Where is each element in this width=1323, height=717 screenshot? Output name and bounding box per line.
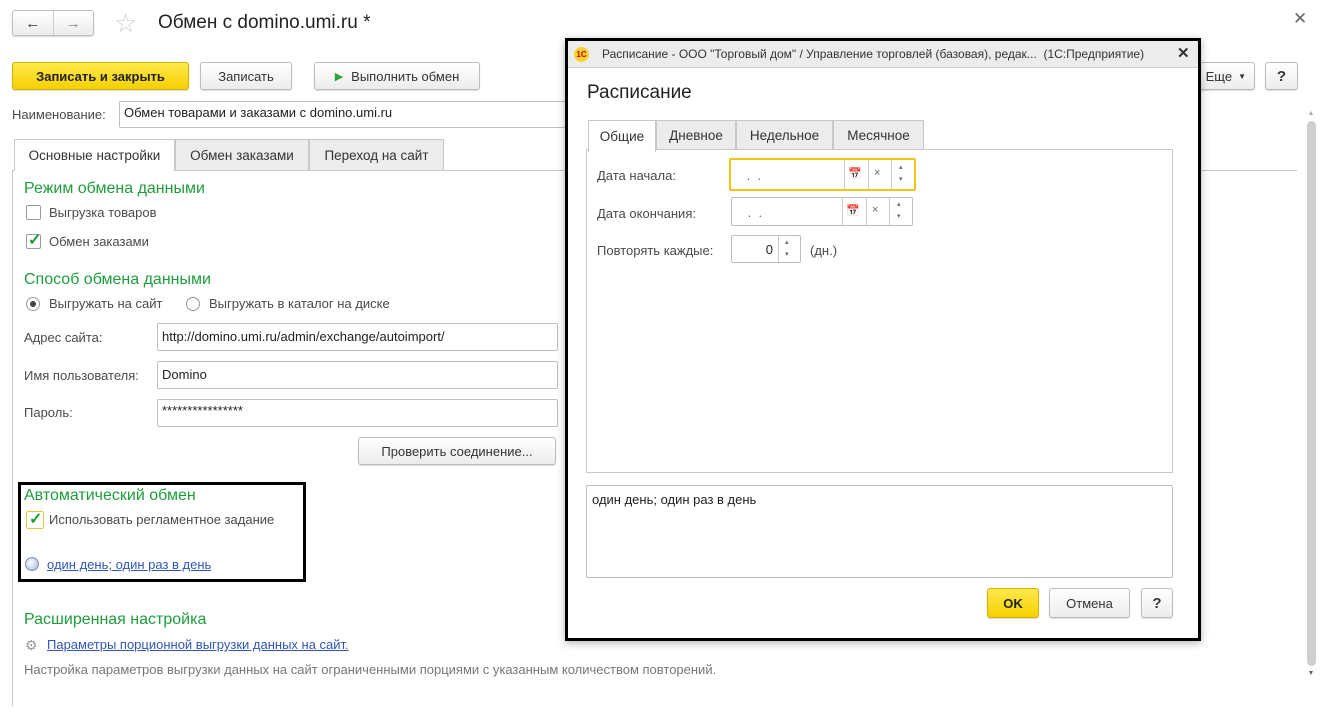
save-close-button[interactable]: Записать и закрыть	[12, 62, 189, 90]
calendar-icon[interactable]: 📅	[848, 167, 862, 180]
exchange-orders-label: Обмен заказами	[49, 234, 149, 249]
nav-buttons: ← →	[12, 10, 94, 36]
calendar-icon[interactable]: 📅	[846, 204, 860, 217]
check-icon: ✓	[29, 511, 43, 528]
scroll-down-icon[interactable]: ▼	[1303, 670, 1319, 677]
end-date-label: Дата окончания:	[597, 206, 696, 221]
dialog-tab-monthly[interactable]: Месячное	[833, 120, 924, 150]
spin-icon[interactable]: ▴ ▾	[899, 162, 903, 186]
dialog-tab-daily[interactable]: Дневное	[656, 120, 736, 150]
scrollbar[interactable]: ▲ ▼	[1303, 110, 1319, 705]
settings-icon: ⚙	[25, 637, 38, 653]
play-icon: ▶	[334, 70, 344, 83]
save-button[interactable]: Записать	[200, 62, 292, 90]
dialog-title: Расписание - ООО "Торговый дом" / Управл…	[602, 47, 1145, 61]
schedule-summary[interactable]: один день; один раз в день	[586, 485, 1173, 578]
exchange-orders-checkbox[interactable]: ✓	[26, 232, 42, 249]
mode-heading: Режим обмена данными	[24, 180, 205, 197]
password-label: Пароль:	[24, 405, 73, 420]
advanced-note: Настройка параметров выгрузки данных на …	[24, 662, 717, 677]
clear-icon[interactable]: ×	[872, 204, 878, 216]
start-date-value: . .	[743, 168, 762, 183]
tab-main-settings[interactable]: Основные настройки	[14, 139, 175, 171]
name-input[interactable]: Обмен товарами и заказами с domino.umi.r…	[119, 101, 589, 128]
repeat-input[interactable]: 0 ▴ ▾	[731, 235, 801, 263]
tab-order-exchange[interactable]: Обмен заказами	[175, 139, 309, 170]
repeat-label: Повторять каждые:	[597, 243, 714, 258]
start-date-label: Дата начала:	[597, 168, 676, 183]
close-icon[interactable]: ✕	[1293, 9, 1307, 29]
advanced-heading: Расширенная настройка	[24, 611, 207, 628]
page-title: Обмен с domino.umi.ru *	[158, 12, 371, 33]
schedule-globe-icon	[25, 557, 39, 571]
dialog-help-button[interactable]: ?	[1141, 588, 1173, 618]
batch-params-link[interactable]: Параметры порционной выгрузки данных на …	[47, 637, 349, 652]
run-exchange-label: Выполнить обмен	[351, 68, 460, 84]
spin-icon[interactable]: ▴ ▾	[897, 199, 901, 223]
run-exchange-button[interactable]: ▶ Выполнить обмен	[314, 62, 480, 90]
forward-button[interactable]: →	[54, 15, 94, 32]
schedule-dialog: 1С Расписание - ООО "Торговый дом" / Упр…	[565, 38, 1201, 641]
tab-go-to-site[interactable]: Переход на сайт	[309, 139, 444, 170]
user-label: Имя пользователя:	[24, 368, 139, 383]
dialog-tab-weekly[interactable]: Недельное	[736, 120, 833, 150]
repeat-value: 0	[765, 242, 773, 257]
end-date-value: . .	[744, 205, 763, 220]
name-label: Наименование:	[12, 107, 106, 122]
repeat-unit: (дн.)	[810, 243, 838, 258]
method-heading: Способ обмена данными	[24, 271, 211, 288]
export-goods-checkbox[interactable]	[26, 205, 41, 220]
favorite-star-icon[interactable]: ☆	[114, 8, 137, 39]
dialog-tab-general[interactable]: Общие	[588, 120, 656, 152]
address-input[interactable]: http://domino.umi.ru/admin/exchange/auto…	[157, 323, 558, 351]
radio-upload-site-label: Выгружать на сайт	[49, 296, 163, 311]
scroll-thumb[interactable]	[1306, 121, 1316, 666]
clear-icon[interactable]: ×	[874, 167, 880, 179]
auto-heading: Автоматический обмен	[24, 487, 196, 504]
radio-upload-site[interactable]	[26, 297, 40, 311]
cancel-button[interactable]: Отмена	[1049, 588, 1130, 618]
address-label: Адрес сайта:	[24, 330, 103, 345]
check-icon: ✓	[28, 232, 42, 249]
check-connection-button[interactable]: Проверить соединение...	[358, 437, 556, 465]
user-input[interactable]: Domino	[157, 361, 558, 389]
radio-upload-disk[interactable]	[186, 297, 200, 311]
radio-upload-disk-label: Выгружать в каталог на диске	[209, 296, 390, 311]
dialog-close-icon[interactable]: ✕	[1177, 44, 1190, 62]
ok-button[interactable]: OK	[987, 588, 1039, 618]
end-date-input[interactable]: . . 📅 × ▴ ▾	[731, 197, 913, 226]
1c-logo-icon: 1С	[574, 47, 589, 62]
scroll-up-icon[interactable]: ▲	[1303, 110, 1319, 117]
schedule-link[interactable]: один день; один раз в день	[47, 557, 211, 572]
help-button[interactable]: ?	[1265, 62, 1298, 90]
chevron-down-icon: ▼	[1238, 71, 1246, 81]
export-goods-label: Выгрузка товаров	[49, 205, 157, 220]
use-task-label: Использовать регламентное задание	[49, 512, 275, 527]
dialog-heading: Расписание	[587, 82, 692, 103]
more-label: Еще	[1205, 68, 1233, 84]
password-input[interactable]: ****************	[157, 399, 558, 427]
dialog-titlebar: 1С Расписание - ООО "Торговый дом" / Упр…	[568, 41, 1198, 68]
use-task-checkbox[interactable]: ✓	[26, 511, 44, 529]
back-button[interactable]: ←	[13, 15, 53, 32]
spin-icon[interactable]: ▴ ▾	[785, 237, 789, 261]
start-date-input[interactable]: . . 📅 × ▴ ▾	[729, 158, 916, 191]
